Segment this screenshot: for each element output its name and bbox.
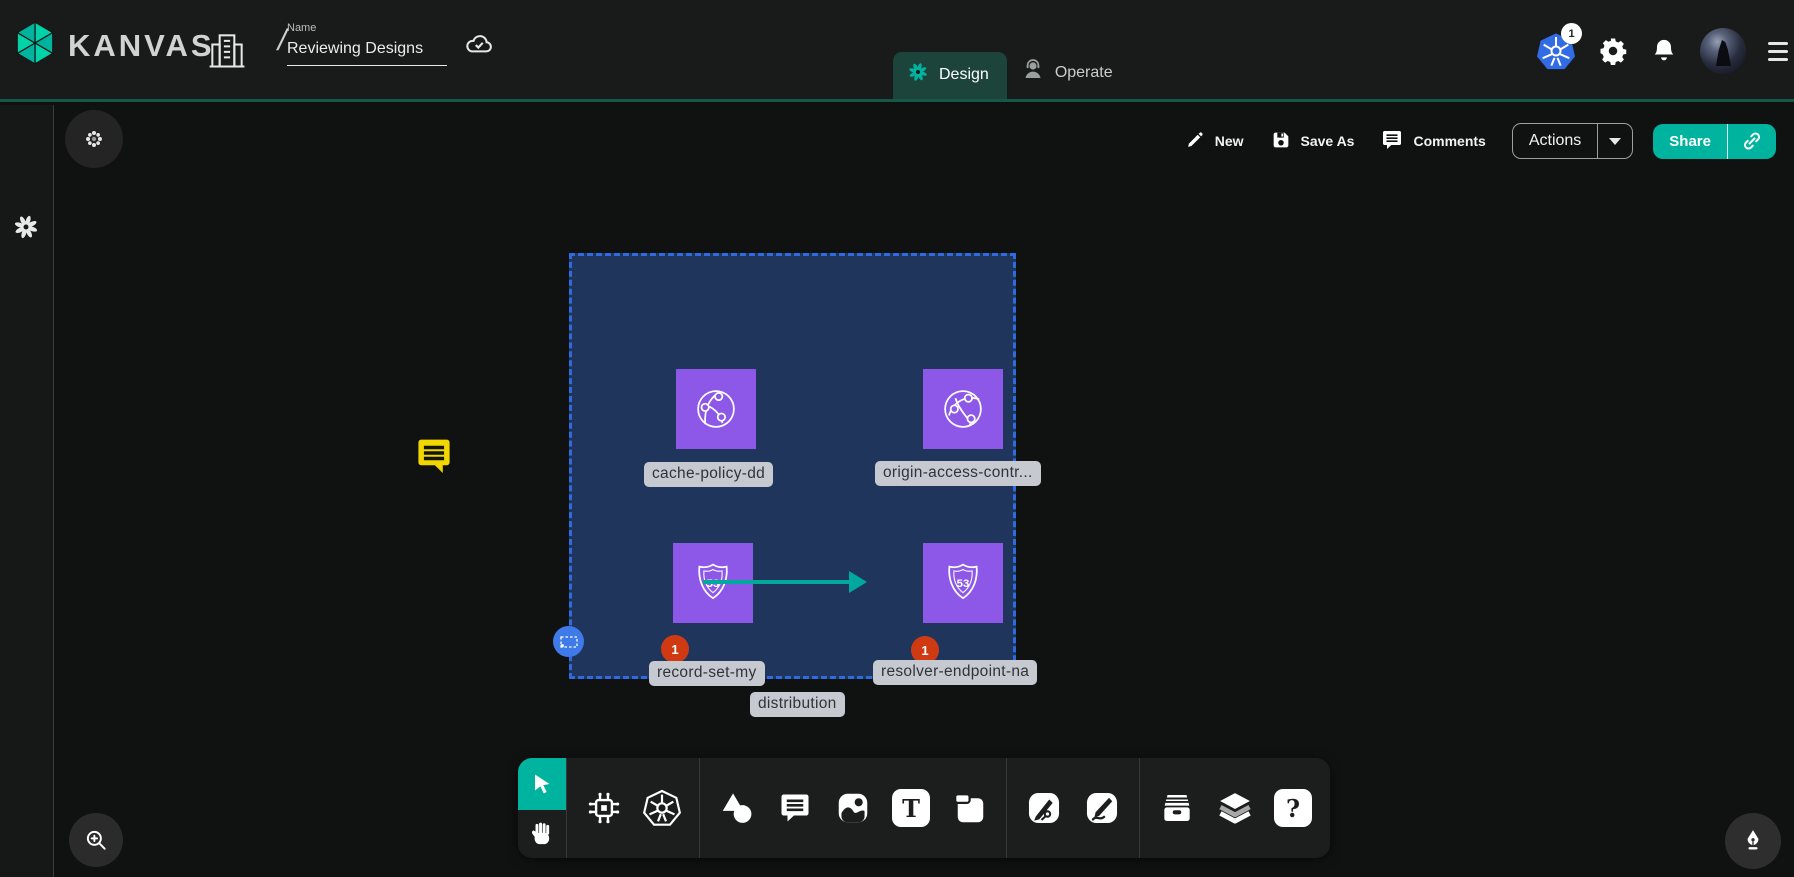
node-label-resolver-endpoint[interactable]: resolver-endpoint-na [873, 660, 1037, 685]
operator-headset-icon [1021, 57, 1045, 88]
kubernetes-context-count-badge: 1 [1561, 23, 1582, 44]
route53-icon-text: 53 [957, 578, 970, 590]
image-tool[interactable] [829, 784, 877, 832]
shapes-tool[interactable] [713, 784, 761, 832]
organization-building-icon[interactable] [205, 26, 249, 79]
layers-tool[interactable] [1211, 784, 1259, 832]
text-tool-glyph: T [892, 789, 930, 827]
comment-tool[interactable] [771, 784, 819, 832]
pointer-tools-column [518, 758, 567, 858]
share-label: Share [1653, 124, 1727, 159]
design-name-input[interactable]: Reviewing Designs [287, 40, 447, 66]
group-label-distribution[interactable]: distribution [750, 692, 845, 717]
kanvas-app: KANVAS / Name Reviewing Designs [0, 0, 1794, 877]
design-name-label: Name [287, 22, 447, 34]
edge-record-to-resolver[interactable] [703, 580, 853, 584]
pan-hand-tool[interactable] [518, 810, 566, 858]
library-tools-group: ? [1140, 758, 1330, 858]
header-right-cluster: 1 [1536, 0, 1794, 102]
pen-nib-button[interactable] [1725, 813, 1781, 869]
canvas-widgets-button[interactable] [65, 110, 123, 168]
user-avatar[interactable] [1700, 28, 1746, 74]
selection-drag-handle[interactable] [553, 626, 584, 657]
frame-tool[interactable] [945, 784, 993, 832]
zoom-in-button[interactable] [69, 813, 123, 867]
node-label-cache-policy[interactable]: cache-policy-dd [644, 462, 773, 487]
notifications-bell-icon[interactable] [1650, 37, 1678, 65]
pencil-icon [1184, 129, 1206, 154]
drawer-archive-tool[interactable] [1153, 784, 1201, 832]
text-tool[interactable]: T [887, 784, 935, 832]
menu-hamburger-icon[interactable] [1768, 42, 1788, 61]
save-as-button[interactable]: Save As [1270, 129, 1355, 154]
copy-link-icon[interactable] [1727, 124, 1776, 159]
infra-tools-group [567, 758, 700, 858]
node-label-record-set[interactable]: record-set-my [649, 661, 765, 686]
node-origin-access-control[interactable] [923, 369, 1003, 449]
actions-dropdown-button[interactable]: Actions [1512, 123, 1633, 159]
left-sidebar [0, 105, 54, 877]
canvas-tool-dock: T [518, 758, 1330, 858]
pen-tool[interactable] [1020, 784, 1068, 832]
comment-bubble-icon [1380, 128, 1404, 155]
tab-design[interactable]: Design [893, 52, 1007, 99]
tab-operate[interactable]: Operate [1007, 48, 1131, 99]
edge-arrowhead [849, 571, 867, 593]
help-glyph: ? [1274, 789, 1312, 827]
node-label-origin-access-control[interactable]: origin-access-contr... [875, 461, 1041, 486]
kanvas-logo[interactable]: KANVAS [14, 20, 215, 71]
design-canvas[interactable]: New Save As Comments Actions [55, 105, 1794, 877]
top-header: KANVAS / Name Reviewing Designs [0, 0, 1794, 102]
meshery-swirl-icon[interactable] [12, 213, 40, 246]
kubernetes-wheel-tool[interactable] [638, 784, 686, 832]
floppy-save-icon [1270, 129, 1292, 154]
node-resolver-endpoint[interactable]: 53 [923, 543, 1003, 623]
pencil-draw-tool[interactable] [1078, 784, 1126, 832]
chevron-down-icon [1609, 138, 1621, 145]
selection-group-distribution[interactable]: cache-policy-dd origin-access-contr... 5… [569, 253, 1016, 679]
settings-gear-icon[interactable] [1598, 36, 1628, 66]
annotation-tools-group: T [700, 758, 1007, 858]
mode-tabs: Design Operate [893, 48, 1131, 99]
canvas-action-bar: New Save As Comments Actions [1184, 123, 1776, 159]
node-cache-policy[interactable] [676, 369, 756, 449]
select-tool-active[interactable] [518, 758, 566, 810]
new-button[interactable]: New [1184, 129, 1244, 154]
tab-design-label: Design [939, 66, 989, 84]
tab-operate-label: Operate [1055, 64, 1113, 82]
share-button[interactable]: Share [1653, 124, 1776, 159]
error-badge-record-set[interactable]: 1 [661, 635, 689, 663]
kubernetes-context-button[interactable]: 1 [1536, 31, 1576, 71]
help-tool[interactable]: ? [1269, 784, 1317, 832]
circuit-board-tool[interactable] [580, 784, 628, 832]
cloud-saved-icon [462, 28, 496, 65]
kanvas-hexagon-icon [14, 20, 56, 71]
actions-caret[interactable] [1597, 124, 1632, 158]
design-name-field: Name Reviewing Designs [287, 22, 447, 66]
brand-wordmark: KANVAS [68, 28, 215, 64]
comments-button[interactable]: Comments [1380, 128, 1485, 155]
canvas-comment-pin[interactable] [412, 435, 456, 484]
actions-label: Actions [1513, 124, 1597, 158]
design-swirl-icon [907, 61, 929, 88]
drawing-tools-group [1007, 758, 1140, 858]
